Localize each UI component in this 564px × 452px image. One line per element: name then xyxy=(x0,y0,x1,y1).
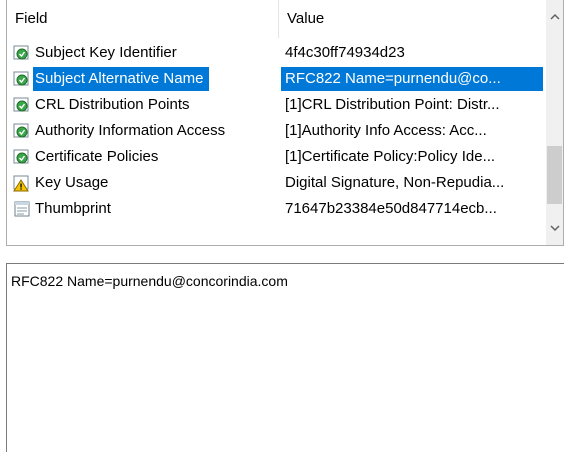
document-icon xyxy=(14,201,30,217)
field-value: 71647b23384e50d847714ecb... xyxy=(285,200,497,217)
certificate-field-icon xyxy=(13,123,29,138)
scroll-up-button[interactable] xyxy=(546,8,563,25)
field-cell: CRL Distribution Points xyxy=(13,92,279,118)
certificate-field-icon xyxy=(13,149,29,164)
field-cell: Subject Alternative Name xyxy=(13,66,279,92)
field-cell: Authority Information Access xyxy=(13,118,279,144)
scroll-down-button[interactable] xyxy=(546,220,563,237)
list-row-certificate-policies[interactable]: Certificate Policies [1]Certificate Poli… xyxy=(7,144,547,170)
field-value: [1]CRL Distribution Point: Distr... xyxy=(285,96,500,113)
list-row-subject-alternative-name[interactable]: Subject Alternative Name RFC822 Name=pur… xyxy=(7,66,547,92)
field-value: [1]Certificate Policy:Policy Ide... xyxy=(285,148,496,165)
certificate-fields-list[interactable]: Field Value Subject Key Identifier 4f4c3… xyxy=(6,0,564,246)
list-row-crl-distribution-points[interactable]: CRL Distribution Points [1]CRL Distribut… xyxy=(7,92,547,118)
field-name: CRL Distribution Points xyxy=(35,96,190,113)
certificate-field-icon xyxy=(13,45,29,60)
list-header: Field Value xyxy=(7,0,547,38)
field-name: Certificate Policies xyxy=(35,148,159,165)
certificate-field-icon xyxy=(13,71,29,86)
certificate-details-panel: Field Value Subject Key Identifier 4f4c3… xyxy=(0,0,564,452)
chevron-down-icon xyxy=(549,225,560,232)
field-name: Subject Key Identifier xyxy=(35,44,177,61)
field-name: Authority Information Access xyxy=(35,122,226,139)
field-cell: Thumbprint xyxy=(13,196,279,222)
field-cell: Certificate Policies xyxy=(13,144,279,170)
certificate-field-icon xyxy=(13,97,29,112)
field-name: Key Usage xyxy=(35,174,109,191)
field-name: Subject Alternative Name xyxy=(33,67,210,91)
field-detail-textbox[interactable]: RFC822 Name=purnendu@concorindia.com xyxy=(6,263,564,452)
field-value: RFC822 Name=purnendu@co... xyxy=(281,67,543,91)
field-value: Digital Signature, Non-Repudia... xyxy=(285,174,505,191)
list-rows: Subject Key Identifier 4f4c30ff74934d23 … xyxy=(7,40,547,222)
field-name: Thumbprint xyxy=(35,200,111,217)
field-cell: Subject Key Identifier xyxy=(13,40,279,66)
list-row-thumbprint[interactable]: Thumbprint 71647b23384e50d847714ecb... xyxy=(7,196,547,222)
field-value: 4f4c30ff74934d23 xyxy=(285,44,405,61)
list-row-subject-key-identifier[interactable]: Subject Key Identifier 4f4c30ff74934d23 xyxy=(7,40,547,66)
vertical-scrollbar[interactable] xyxy=(546,0,563,245)
field-cell: Key Usage xyxy=(13,170,279,196)
list-row-key-usage[interactable]: Key Usage Digital Signature, Non-Repudia… xyxy=(7,170,547,196)
field-detail-text: RFC822 Name=purnendu@concorindia.com xyxy=(11,273,288,289)
list-row-authority-information-access[interactable]: Authority Information Access [1]Authorit… xyxy=(7,118,547,144)
scrollbar-thumb[interactable] xyxy=(547,146,562,204)
warning-icon xyxy=(13,175,29,192)
field-value: [1]Authority Info Access: Acc... xyxy=(285,122,487,139)
column-header-value[interactable]: Value xyxy=(279,0,547,38)
chevron-up-icon xyxy=(549,13,560,20)
column-header-field[interactable]: Field xyxy=(7,0,279,38)
